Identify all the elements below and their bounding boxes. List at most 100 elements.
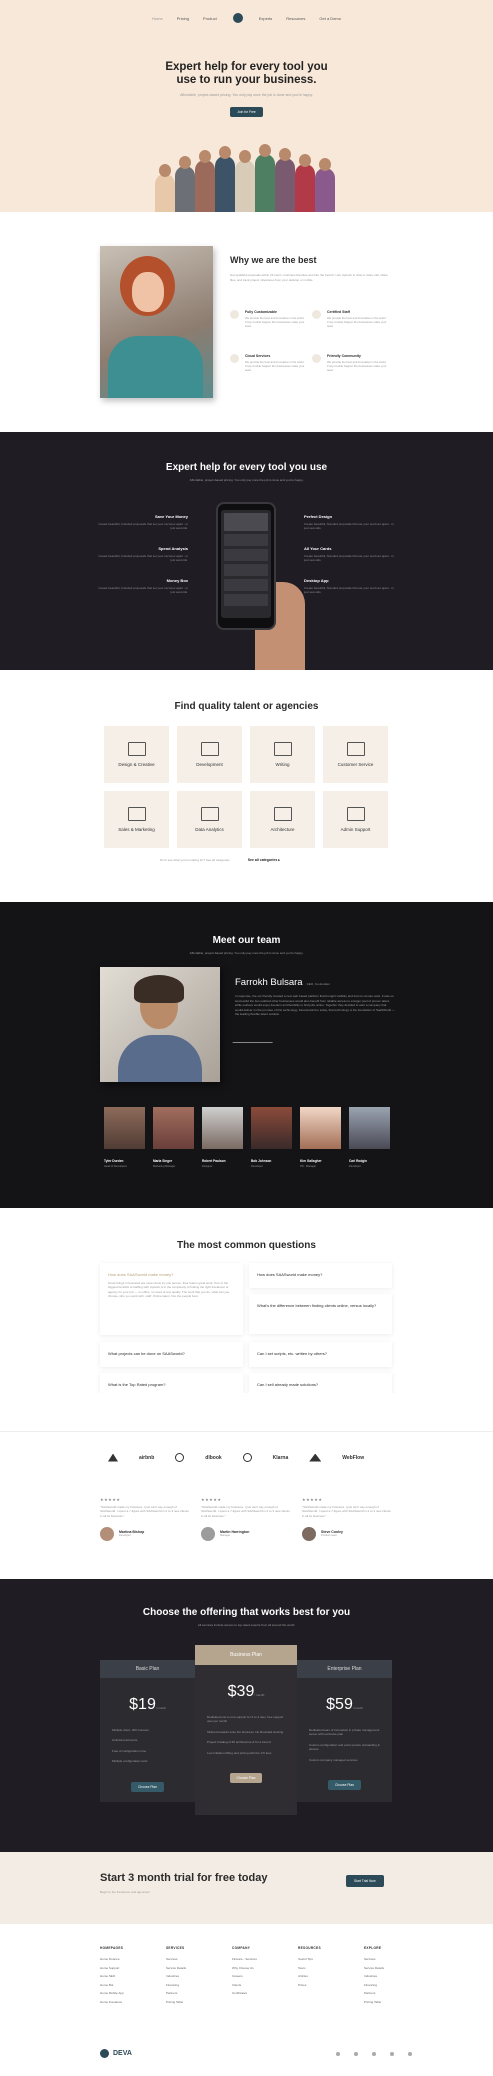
member-card[interactable]: Carl Rodgin Developer: [349, 1107, 390, 1168]
footer-link[interactable]: Why Choose Us: [232, 1964, 292, 1973]
footer-link[interactable]: Articles: [298, 1972, 358, 1981]
see-all-categories-link[interactable]: See all categories ▸: [248, 858, 280, 862]
footer-link[interactable]: Careers: [232, 1972, 292, 1981]
nav-resources[interactable]: Resources: [286, 16, 305, 21]
rating-stars: ★★★★★: [201, 1497, 222, 1502]
footer-link[interactable]: Service Details: [166, 1964, 226, 1973]
faq-item[interactable]: How does SAASworld make money?: [249, 1263, 392, 1288]
category-writing[interactable]: Writing: [250, 726, 315, 783]
nav-pricing[interactable]: Pricing: [177, 16, 189, 21]
category-admin[interactable]: Admin Support: [323, 791, 388, 848]
crown-logo-icon: [309, 1453, 322, 1462]
faq-question: How does SAASworld make money?: [257, 1272, 323, 1277]
faq-item-open[interactable]: How does SAASworld make money? Great thin…: [100, 1263, 243, 1335]
nav-home[interactable]: Home: [152, 16, 163, 21]
footer-link[interactable]: Services: [166, 1955, 226, 1964]
plan-feature: Custom company managed services: [309, 1757, 358, 1762]
member-card[interactable]: Robert Paulson Designer: [202, 1107, 243, 1168]
instagram-icon[interactable]: [372, 2052, 376, 2056]
footer-link[interactable]: Home Mobile App: [100, 1989, 160, 1998]
feature-text: We provide the best and innovative in th…: [327, 316, 387, 328]
footer-link[interactable]: Finance - Services: [232, 1955, 292, 1964]
tool-text: Create beautiful, branded proposals that…: [98, 522, 188, 531]
footer-link[interactable]: Financing: [166, 1981, 226, 1990]
member-card[interactable]: Bob Johnson Developer: [251, 1107, 292, 1168]
faq-item[interactable]: What projects can be done on SAASworld?: [100, 1342, 243, 1367]
choose-plan-button[interactable]: Choose Plan: [229, 1773, 263, 1784]
ceo-photo: [100, 967, 220, 1082]
team-subtitle: Affordable, project-based pricing. You o…: [189, 951, 304, 955]
tool-title: Perfect Design: [304, 514, 333, 519]
footer-link[interactable]: Home SEO: [100, 1972, 160, 1981]
nav-product[interactable]: Product: [203, 16, 217, 21]
member-role: Designer: [202, 1165, 213, 1168]
footer-link[interactable]: Pricing Table: [364, 1998, 424, 2007]
plan-enterprise: Enterprise Plan $59/ month Dedicated tea…: [297, 1660, 392, 1802]
member-card[interactable]: Tyler Durden Head of Developers: [104, 1107, 145, 1168]
plan-feature: Dedicated team of Innovation in private …: [309, 1728, 380, 1737]
category-architecture[interactable]: Architecture: [250, 791, 315, 848]
footer-link[interactable]: Home Bot: [100, 1981, 160, 1990]
member-role: PR - Manager: [300, 1165, 317, 1168]
footer-link[interactable]: Clients: [232, 1981, 292, 1990]
faq-item[interactable]: Can I set scripts, etc. written by other…: [249, 1342, 392, 1367]
join-free-button[interactable]: Join for Free: [230, 107, 263, 117]
member-card[interactable]: Marla Singer Marketing Manager: [153, 1107, 194, 1168]
member-card[interactable]: Kim Gallagher PR - Manager: [300, 1107, 341, 1168]
category-sales[interactable]: Sales & Marketing: [104, 791, 169, 848]
brand-name: DEVA: [113, 2050, 132, 2057]
footer-brand[interactable]: DEVA: [100, 2049, 132, 2058]
testimonial-text: "SAASworld made my business. I just can'…: [201, 1505, 290, 1518]
category-customer-service[interactable]: Customer Service: [323, 726, 388, 783]
footer-col-company: COMPANY Finance - Services Why Choose Us Ca…: [232, 1946, 292, 1998]
footer-link[interactable]: Team: [298, 1964, 358, 1973]
facebook-icon[interactable]: [336, 2052, 340, 2056]
category-design[interactable]: Design & Creative: [104, 726, 169, 783]
nav-experts[interactable]: Experts: [259, 16, 273, 21]
footer-link[interactable]: Pricing Table: [166, 1998, 226, 2007]
footer-link[interactable]: Home Finance: [100, 1955, 160, 1964]
choose-plan-button[interactable]: Choose Plan: [328, 1780, 361, 1791]
footer-link[interactable]: Partners: [364, 1989, 424, 1998]
member-name: Marla Singer: [153, 1159, 173, 1163]
brand-logo-icon[interactable]: [232, 13, 243, 23]
faq-item[interactable]: What is the Top Rated program?: [100, 1373, 243, 1393]
faq-answer: Great things in business are never done …: [108, 1281, 230, 1298]
footer-link[interactable]: Certificates: [232, 1989, 292, 1998]
tool-text: Create beautiful, branded proposals that…: [304, 554, 394, 563]
category-development[interactable]: Development: [177, 726, 242, 783]
start-trial-button[interactable]: Start Trial Now: [346, 1875, 384, 1887]
footer-col-homepages: HOMEPAGES Home Finance Home Support Home SE…: [100, 1946, 160, 2006]
trial-subtitle: Begin to the freelancer and agencies!: [100, 1890, 150, 1894]
twitter-icon[interactable]: [354, 2052, 358, 2056]
footer-link[interactable]: Partners: [166, 1989, 226, 1998]
faq-item[interactable]: What's the difference between finding cl…: [249, 1294, 392, 1334]
see-all-label: See all categories: [247, 858, 278, 862]
why-section: Why we are the best Get qualified propos…: [0, 212, 493, 432]
feature-certified: Certified Staff We provide the best and i…: [312, 310, 387, 328]
ceo-role: CEO, Co-founder: [306, 982, 330, 986]
tool-title: Money Box: [166, 578, 188, 583]
linkedin-icon[interactable]: [390, 2052, 394, 2056]
footer-link[interactable]: Industries: [166, 1972, 226, 1981]
why-intro: Get qualified proposals within 24 hours.…: [230, 273, 388, 282]
footer-link[interactable]: Useful Tips: [298, 1955, 358, 1964]
footer-link[interactable]: Prices: [298, 1981, 358, 1990]
footer-link[interactable]: Service Details: [364, 1964, 424, 1973]
footer-link[interactable]: Industries: [364, 1972, 424, 1981]
footer-link[interactable]: Home Freelance: [100, 1998, 160, 2007]
plan-feature: Low Initiation billing and pricing with …: [207, 1750, 272, 1755]
faq-item[interactable]: Can I sell already made solutions?: [249, 1373, 392, 1393]
feature-title: Fully Customizable: [245, 310, 277, 314]
feature-customizable: Fully Customizable We provide the best an…: [230, 310, 305, 328]
youtube-icon[interactable]: [408, 2052, 412, 2056]
footer-link[interactable]: Services: [364, 1955, 424, 1964]
plan-name: Enterprise Plan: [297, 1660, 392, 1678]
rating-stars: ★★★★★: [100, 1497, 121, 1502]
customize-icon: [230, 310, 239, 319]
footer-link[interactable]: Home Support: [100, 1964, 160, 1973]
category-data[interactable]: Data Analytics: [177, 791, 242, 848]
choose-plan-button[interactable]: Choose Plan: [131, 1781, 164, 1792]
nav-get-demo[interactable]: Get a Demo: [319, 16, 341, 21]
footer-link[interactable]: Financing: [364, 1981, 424, 1990]
